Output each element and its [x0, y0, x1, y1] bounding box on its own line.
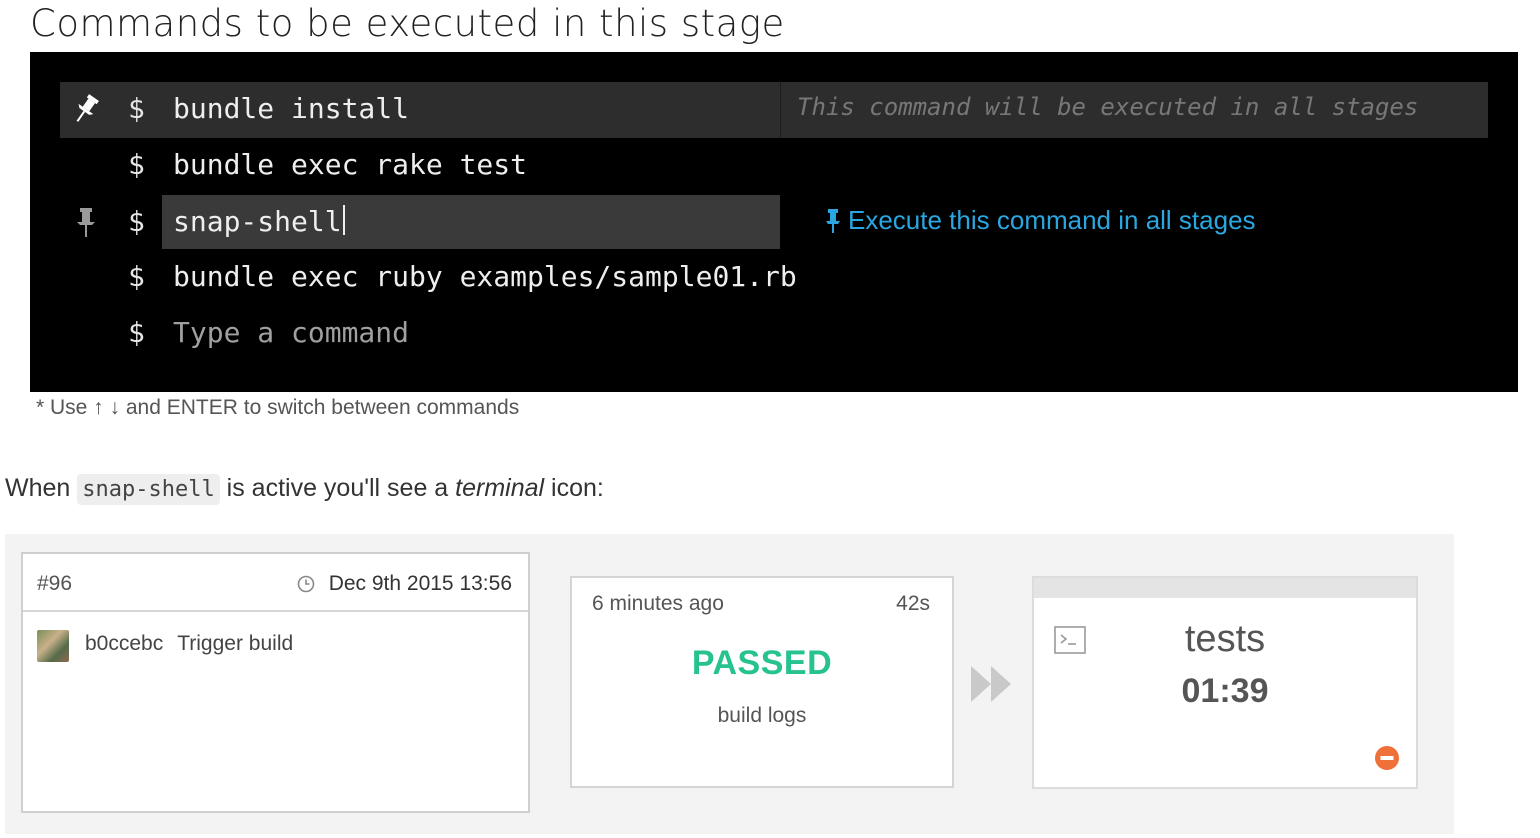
command-text[interactable]: bundle exec ruby examples/sample01.rb — [173, 260, 797, 293]
build-date-text: Dec 9th 2015 13:56 — [328, 572, 512, 595]
pin-filled-icon[interactable] — [70, 92, 102, 126]
command-text[interactable]: bundle install — [173, 92, 409, 125]
prompt-symbol: $ — [128, 260, 145, 293]
execute-in-all-stages-label: Execute this command in all stages — [848, 205, 1256, 235]
build-card[interactable]: #96 Dec 9th 2015 13:56 b0ccebc Trigger bu… — [21, 552, 530, 813]
page-heading: Commands to be executed in this stage — [30, 2, 785, 45]
command-row-editing[interactable]: $ snap-shell Execute this command in all… — [60, 195, 1488, 251]
build-header: #96 Dec 9th 2015 13:56 — [23, 554, 528, 612]
prompt-symbol: $ — [128, 205, 145, 238]
pin-icon[interactable] — [70, 205, 102, 239]
new-command-input[interactable]: Type a command — [173, 316, 409, 349]
commit-message: Trigger build — [177, 632, 294, 655]
inline-code: snap-shell — [77, 474, 220, 505]
keyboard-hint: * Use ↑ ↓ and ENTER to switch between co… — [36, 396, 520, 419]
new-command-row[interactable]: $ Type a command — [60, 306, 1488, 362]
paragraph-text: icon: — [544, 474, 604, 502]
prompt-symbol: $ — [128, 148, 145, 181]
emphasis-text: terminal — [455, 474, 545, 502]
command-row[interactable]: $ bundle exec ruby examples/sample01.rb — [60, 250, 1488, 306]
all-stages-note: This command will be executed in all sta… — [780, 82, 1488, 138]
description-paragraph: When snap-shell is active you'll see a t… — [5, 474, 604, 505]
status-badge: PASSED — [691, 644, 833, 682]
stage-name: tests — [1184, 618, 1266, 660]
stage-elapsed-time: 01:39 — [1181, 672, 1269, 710]
build-date: Dec 9th 2015 13:56 — [297, 572, 512, 596]
prompt-symbol: $ — [128, 92, 145, 125]
commit-sha[interactable]: b0ccebc — [85, 632, 163, 655]
commit-info: b0ccebc Trigger build — [85, 632, 293, 656]
stage-progress-bar — [1034, 578, 1416, 598]
build-number[interactable]: #96 — [37, 572, 72, 596]
stage-duration: 42s — [896, 592, 930, 615]
avatar — [37, 630, 69, 662]
all-stages-note-text: This command will be executed in all sta… — [797, 93, 1419, 121]
command-row[interactable]: $ bundle exec rake test — [60, 138, 1488, 194]
pipeline-screenshot: #96 Dec 9th 2015 13:56 b0ccebc Trigger bu… — [5, 534, 1454, 834]
paragraph-text: is active you'll see a — [219, 474, 456, 502]
tests-stage-card[interactable]: tests 01:39 — [1032, 576, 1418, 789]
execute-in-all-stages-link[interactable]: Execute this command in all stages — [824, 205, 1256, 236]
command-text[interactable]: bundle exec rake test — [173, 148, 527, 181]
stop-icon[interactable] — [1374, 745, 1400, 771]
text-caret — [342, 205, 345, 235]
build-logs-link[interactable]: build logs — [572, 704, 952, 728]
clock-icon — [297, 575, 314, 593]
stage-time-ago: 6 minutes ago — [592, 592, 724, 615]
build-body: b0ccebc Trigger build — [23, 612, 528, 810]
prompt-symbol: $ — [128, 316, 145, 349]
stage-card[interactable]: 6 minutes ago 42s PASSED build logs — [570, 576, 954, 788]
command-input-value: snap-shell — [173, 205, 342, 238]
paragraph-text: When — [5, 474, 78, 502]
pin-icon — [826, 208, 840, 233]
command-terminal: $ bundle install This command will be ex… — [30, 52, 1518, 392]
command-row-pinned[interactable]: $ bundle install This command will be ex… — [60, 82, 1488, 138]
command-input[interactable]: snap-shell — [173, 205, 345, 238]
fast-forward-icon — [971, 666, 1011, 702]
